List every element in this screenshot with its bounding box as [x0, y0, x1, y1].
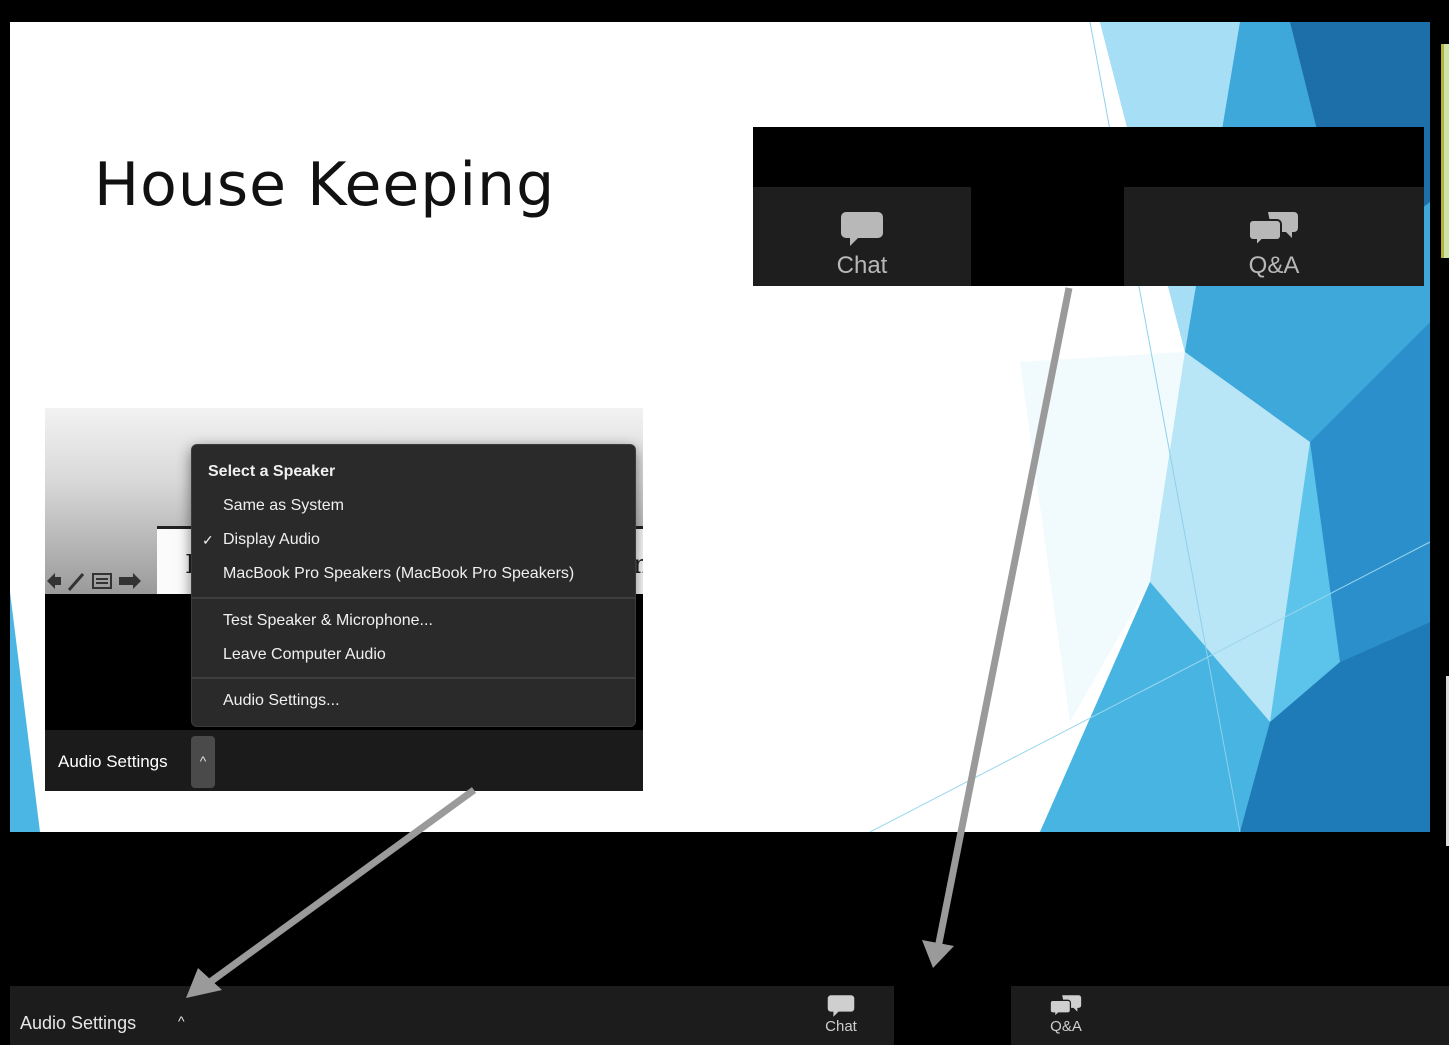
- qa-bubbles-icon: [1049, 995, 1082, 1018]
- slide-title: House Keeping: [94, 150, 556, 220]
- chat-bubble-icon: [827, 995, 855, 1017]
- menu-item-audio-settings[interactable]: Audio Settings...: [223, 692, 340, 710]
- qa-bubbles-icon: [1248, 212, 1298, 248]
- annotation-tools-icon: [47, 573, 141, 591]
- callout-qa-button[interactable]: Q&A: [1124, 187, 1424, 286]
- menu-item-macbook-speakers[interactable]: MacBook Pro Speakers (MacBook Pro Speake…: [223, 565, 574, 583]
- chat-button[interactable]: Chat: [818, 994, 864, 1035]
- menu-separator: [192, 597, 635, 599]
- menu-item-same-as-system[interactable]: Same as System: [223, 497, 344, 515]
- chat-label: Chat: [825, 1018, 857, 1035]
- chat-bubble-icon: [841, 212, 883, 246]
- callout-audio-menu: I n Select a Speaker Same as System ✓ Di…: [45, 408, 643, 791]
- audio-settings-button[interactable]: Audio Settings: [20, 1013, 136, 1034]
- checkmark-icon: ✓: [202, 532, 214, 548]
- toolbar-gap: [894, 986, 1011, 1045]
- meeting-toolbar: [10, 986, 1449, 1045]
- qa-button[interactable]: Q&A: [1046, 994, 1086, 1035]
- callout-chat-qa: Chat Q&A: [753, 127, 1424, 286]
- callout-chat-button[interactable]: Chat: [753, 187, 971, 286]
- caret-up-icon[interactable]: ^: [191, 736, 215, 788]
- menu-item-display-audio[interactable]: Display Audio: [223, 531, 320, 549]
- qa-label: Q&A: [1050, 1018, 1082, 1035]
- speaker-menu: Select a Speaker Same as System ✓ Displa…: [191, 444, 636, 727]
- callout-qa-label: Q&A: [1248, 252, 1300, 279]
- menu-header: Select a Speaker: [208, 463, 336, 480]
- menu-item-test-speaker[interactable]: Test Speaker & Microphone...: [223, 612, 433, 630]
- callout-chat-label: Chat: [836, 252, 888, 279]
- menu-separator: [192, 677, 635, 679]
- menu-item-leave-audio[interactable]: Leave Computer Audio: [223, 646, 386, 664]
- caret-up-icon[interactable]: ^: [178, 1013, 185, 1029]
- callout-audio-settings-button[interactable]: Audio Settings: [58, 752, 168, 772]
- right-edge-thumbnail: [1441, 44, 1449, 258]
